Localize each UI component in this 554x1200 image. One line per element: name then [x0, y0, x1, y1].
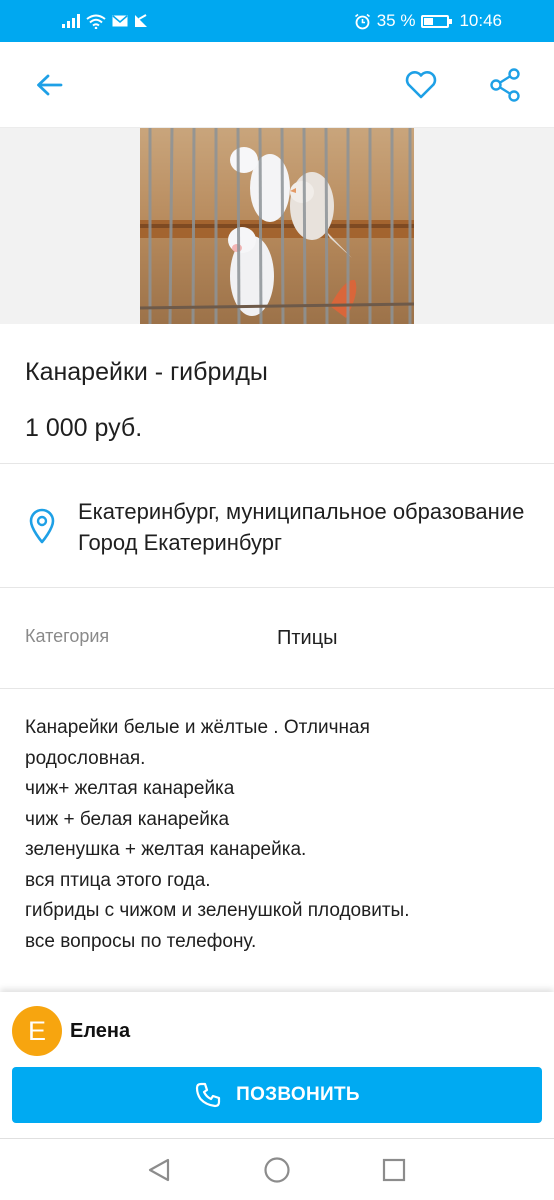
avatar[interactable]: Е [12, 1006, 62, 1056]
status-icons-right: 35 % 10:46 [354, 11, 502, 31]
alarm-icon [354, 13, 370, 29]
photo-gallery[interactable] [0, 128, 554, 324]
description-line: чиж+ желтая канарейка [25, 778, 235, 799]
nav-back-icon [148, 1158, 170, 1182]
description-line: зеленушка + желтая канарейка. [25, 839, 307, 860]
heart-icon [405, 71, 437, 99]
status-bar: 35 % 10:46 [0, 0, 554, 42]
description-line: родословная. [25, 747, 146, 769]
mail-icon [112, 15, 128, 27]
back-button[interactable] [28, 64, 70, 106]
seller-panel: Е Елена ПОЗВОНИТЬ [0, 992, 554, 1138]
listing-location[interactable]: Екатеринбург, муниципальное образование … [78, 496, 538, 558]
signal-icon [62, 14, 80, 28]
notification-icon [135, 14, 147, 27]
status-time: 10:46 [459, 11, 502, 30]
battery-icon [421, 14, 453, 28]
share-button[interactable] [484, 64, 526, 106]
seller-name[interactable]: Елена [70, 1020, 130, 1043]
category-value: Птицы [277, 627, 338, 649]
listing-title: Канарейки - гибриды [25, 358, 268, 386]
battery-percent: 35 % [376, 11, 416, 30]
description-line: гибриды с чижом и зеленушкой плодовиты. [25, 900, 410, 921]
system-navigation-bar [0, 1138, 554, 1200]
divider [0, 587, 554, 588]
app-bar [0, 42, 554, 128]
status-icons-left [62, 14, 148, 29]
canaries-photo-illustration [140, 128, 414, 324]
share-icon [490, 68, 520, 102]
call-button-label: ПОЗВОНИТЬ [236, 1084, 360, 1105]
nav-recent-icon [382, 1158, 406, 1182]
location-pin-icon [28, 508, 56, 549]
listing-description: Канарейки белые и жёлтые . Отличная родо… [25, 713, 535, 957]
listing-price: 1 000 руб. [25, 414, 143, 442]
description-line: все вопросы по телефону. [25, 930, 257, 952]
nav-recent-button[interactable] [379, 1155, 409, 1185]
divider [0, 463, 554, 464]
screen: 35 % 10:46 Канарейки - гибриды 1 000 руб… [0, 0, 554, 1200]
description-line: чиж + белая канарейка [25, 808, 230, 830]
nav-back-button[interactable] [144, 1155, 174, 1185]
nav-home-icon [264, 1157, 290, 1183]
back-arrow-icon [37, 74, 63, 96]
category-label: Категория [25, 626, 110, 646]
phone-icon [196, 1082, 221, 1108]
favorite-button[interactable] [400, 64, 442, 106]
description-line: Канарейки белые и жёлтые . Отличная [25, 717, 370, 738]
divider [0, 688, 554, 689]
call-button[interactable]: ПОЗВОНИТЬ [12, 1067, 542, 1123]
listing-photo[interactable] [140, 128, 414, 324]
nav-home-button[interactable] [262, 1155, 292, 1185]
description-line: вся птица этого года. [25, 869, 211, 891]
wifi-icon [86, 14, 106, 29]
battery-fill [424, 17, 433, 25]
